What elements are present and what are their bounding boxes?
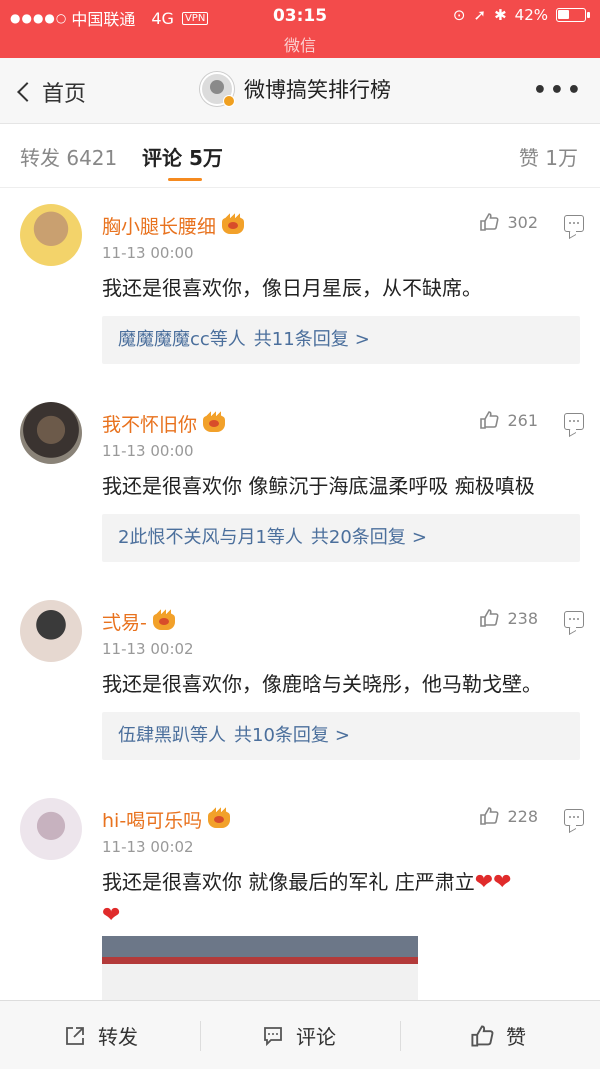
repost-button[interactable]: 转发 xyxy=(64,1021,138,1050)
like-label: 赞 xyxy=(506,1025,526,1049)
page-title-text: 微博搞笑排行榜 xyxy=(244,78,391,102)
comment-time: 11-13 00:00 xyxy=(102,244,194,262)
thumbs-up-icon xyxy=(471,1024,494,1047)
vip-crown-icon xyxy=(222,212,245,234)
chevron-right-icon: > xyxy=(354,329,370,350)
replies-link[interactable]: 魔魔魔魔cc等人 共11条回复 > xyxy=(102,316,580,364)
thumbs-up-icon xyxy=(480,213,499,231)
chevron-right-icon: > xyxy=(334,725,350,746)
comment-text: 我还是很喜欢你，像鹿晗与关晓彤，他马勒戈壁。 xyxy=(102,672,542,696)
verified-badge-icon xyxy=(223,95,235,107)
vip-crown-icon xyxy=(203,410,226,432)
heart-emoji-icon: ❤ xyxy=(102,903,121,928)
avatar[interactable] xyxy=(20,798,82,860)
thumbs-up-icon xyxy=(480,411,499,429)
username: 弍易- xyxy=(102,612,147,634)
like-count: 238 xyxy=(507,608,538,628)
like-count: 228 xyxy=(507,806,538,826)
vip-crown-icon xyxy=(208,806,231,828)
reply-users: 魔魔魔魔cc等人 xyxy=(118,329,246,350)
battery-icon xyxy=(556,8,590,22)
tab-indicator xyxy=(168,178,202,181)
vip-crown-icon xyxy=(152,608,175,630)
avatar[interactable] xyxy=(20,204,82,266)
divider xyxy=(400,1021,401,1051)
comment-text-body: 我还是很喜欢你 就像最后的军礼 庄严肃立 xyxy=(102,870,475,894)
username: 胸小腿长腰细 xyxy=(102,216,217,238)
back-button[interactable]: 首页 xyxy=(14,76,86,108)
reply-icon[interactable] xyxy=(564,413,584,430)
avatar xyxy=(200,72,235,107)
battery-percent: 42% xyxy=(514,6,548,24)
like-button[interactable]: 238 xyxy=(479,608,538,628)
tab-comment[interactable]: 评论 5万 xyxy=(142,142,223,171)
comment-text: 我还是很喜欢你 像鲸沉于海底温柔呼吸 痴极嗔极 xyxy=(102,474,535,498)
reply-count: 共10条回复 xyxy=(234,725,329,746)
replies-link[interactable]: 2此恨不关风与月1等人 共20条回复 > xyxy=(102,514,580,562)
tab-bar: 转发 6421 评论 5万 赞 1万 xyxy=(0,124,600,188)
username-link[interactable]: 胸小腿长腰细 xyxy=(102,212,245,239)
comment-text: 我还是很喜欢你，像日月星辰，从不缺席。 xyxy=(102,276,482,300)
username-link[interactable]: 弍易- xyxy=(102,608,175,635)
chevron-right-icon: > xyxy=(411,527,427,548)
username-link[interactable]: hi-喝可乐吗 xyxy=(102,806,231,833)
share-icon xyxy=(66,1026,84,1045)
reply-users: 2此恨不关风与月1等人 xyxy=(118,527,303,548)
bottom-toolbar: 转发 评论 赞 xyxy=(0,1000,600,1069)
reply-icon[interactable] xyxy=(564,809,584,826)
comment-button[interactable]: 评论 xyxy=(262,1021,336,1050)
like-button[interactable]: 261 xyxy=(479,410,538,430)
comment-icon xyxy=(264,1026,282,1046)
tab-repost[interactable]: 转发 6421 xyxy=(20,142,117,171)
comment-time: 11-13 00:02 xyxy=(102,838,194,856)
comment-time: 11-13 00:02 xyxy=(102,640,194,658)
comment-time: 11-13 00:00 xyxy=(102,442,194,460)
reply-icon[interactable] xyxy=(564,611,584,628)
status-bar: ●●●●○ 中国联通 4G VPN 03:15 ⊙ ➚ ✱ 42% 微信 xyxy=(0,0,600,58)
heart-emoji-icon: ❤ xyxy=(474,870,494,895)
username: 我不怀旧你 xyxy=(102,414,198,436)
thumbs-up-icon xyxy=(480,807,499,825)
reply-users: 伍肆黑趴等人 xyxy=(118,725,226,746)
back-label: 首页 xyxy=(42,82,87,107)
replies-link[interactable]: 伍肆黑趴等人 共10条回复 > xyxy=(102,712,580,760)
avatar[interactable] xyxy=(20,600,82,662)
like-count: 261 xyxy=(507,410,538,430)
more-options-button[interactable]: ••• xyxy=(533,78,584,103)
repost-label: 转发 xyxy=(98,1025,138,1049)
username: hi-喝可乐吗 xyxy=(102,810,203,832)
avatar[interactable] xyxy=(20,402,82,464)
reply-icon[interactable] xyxy=(564,215,584,232)
comment-text: 我还是很喜欢你 就像最后的军礼 庄严肃立❤❤ ❤ xyxy=(102,866,582,932)
nav-bar: 首页 微博搞笑排行榜 ••• xyxy=(0,58,600,124)
reply-count: 共11条回复 xyxy=(253,329,349,350)
bluetooth-icon: ✱ xyxy=(494,6,507,24)
comment-label: 评论 xyxy=(296,1025,336,1049)
tab-like[interactable]: 赞 1万 xyxy=(519,142,578,171)
chevron-left-icon xyxy=(17,82,37,102)
like-button[interactable]: 302 xyxy=(479,212,538,232)
like-button[interactable]: 228 xyxy=(479,806,538,826)
like-count: 302 xyxy=(507,212,538,232)
comment-image[interactable] xyxy=(102,936,418,1000)
username-link[interactable]: 我不怀旧你 xyxy=(102,410,226,437)
battery-fill xyxy=(558,10,569,19)
thumbs-up-icon xyxy=(480,609,499,627)
like-button[interactable]: 赞 xyxy=(470,1021,526,1050)
page-title[interactable]: 微博搞笑排行榜 xyxy=(200,72,391,107)
divider xyxy=(200,1021,201,1051)
lock-rotation-icon: ⊙ xyxy=(452,6,466,24)
reply-count: 共20条回复 xyxy=(310,527,406,548)
heart-emoji-icon: ❤ xyxy=(493,870,512,895)
comment-list[interactable]: 胸小腿长腰细 302 11-13 00:00 我还是很喜欢你，像日月星辰，从不缺… xyxy=(0,188,600,1000)
location-arrow-icon: ➚ xyxy=(473,6,487,24)
app-name: 微信 xyxy=(283,36,316,55)
